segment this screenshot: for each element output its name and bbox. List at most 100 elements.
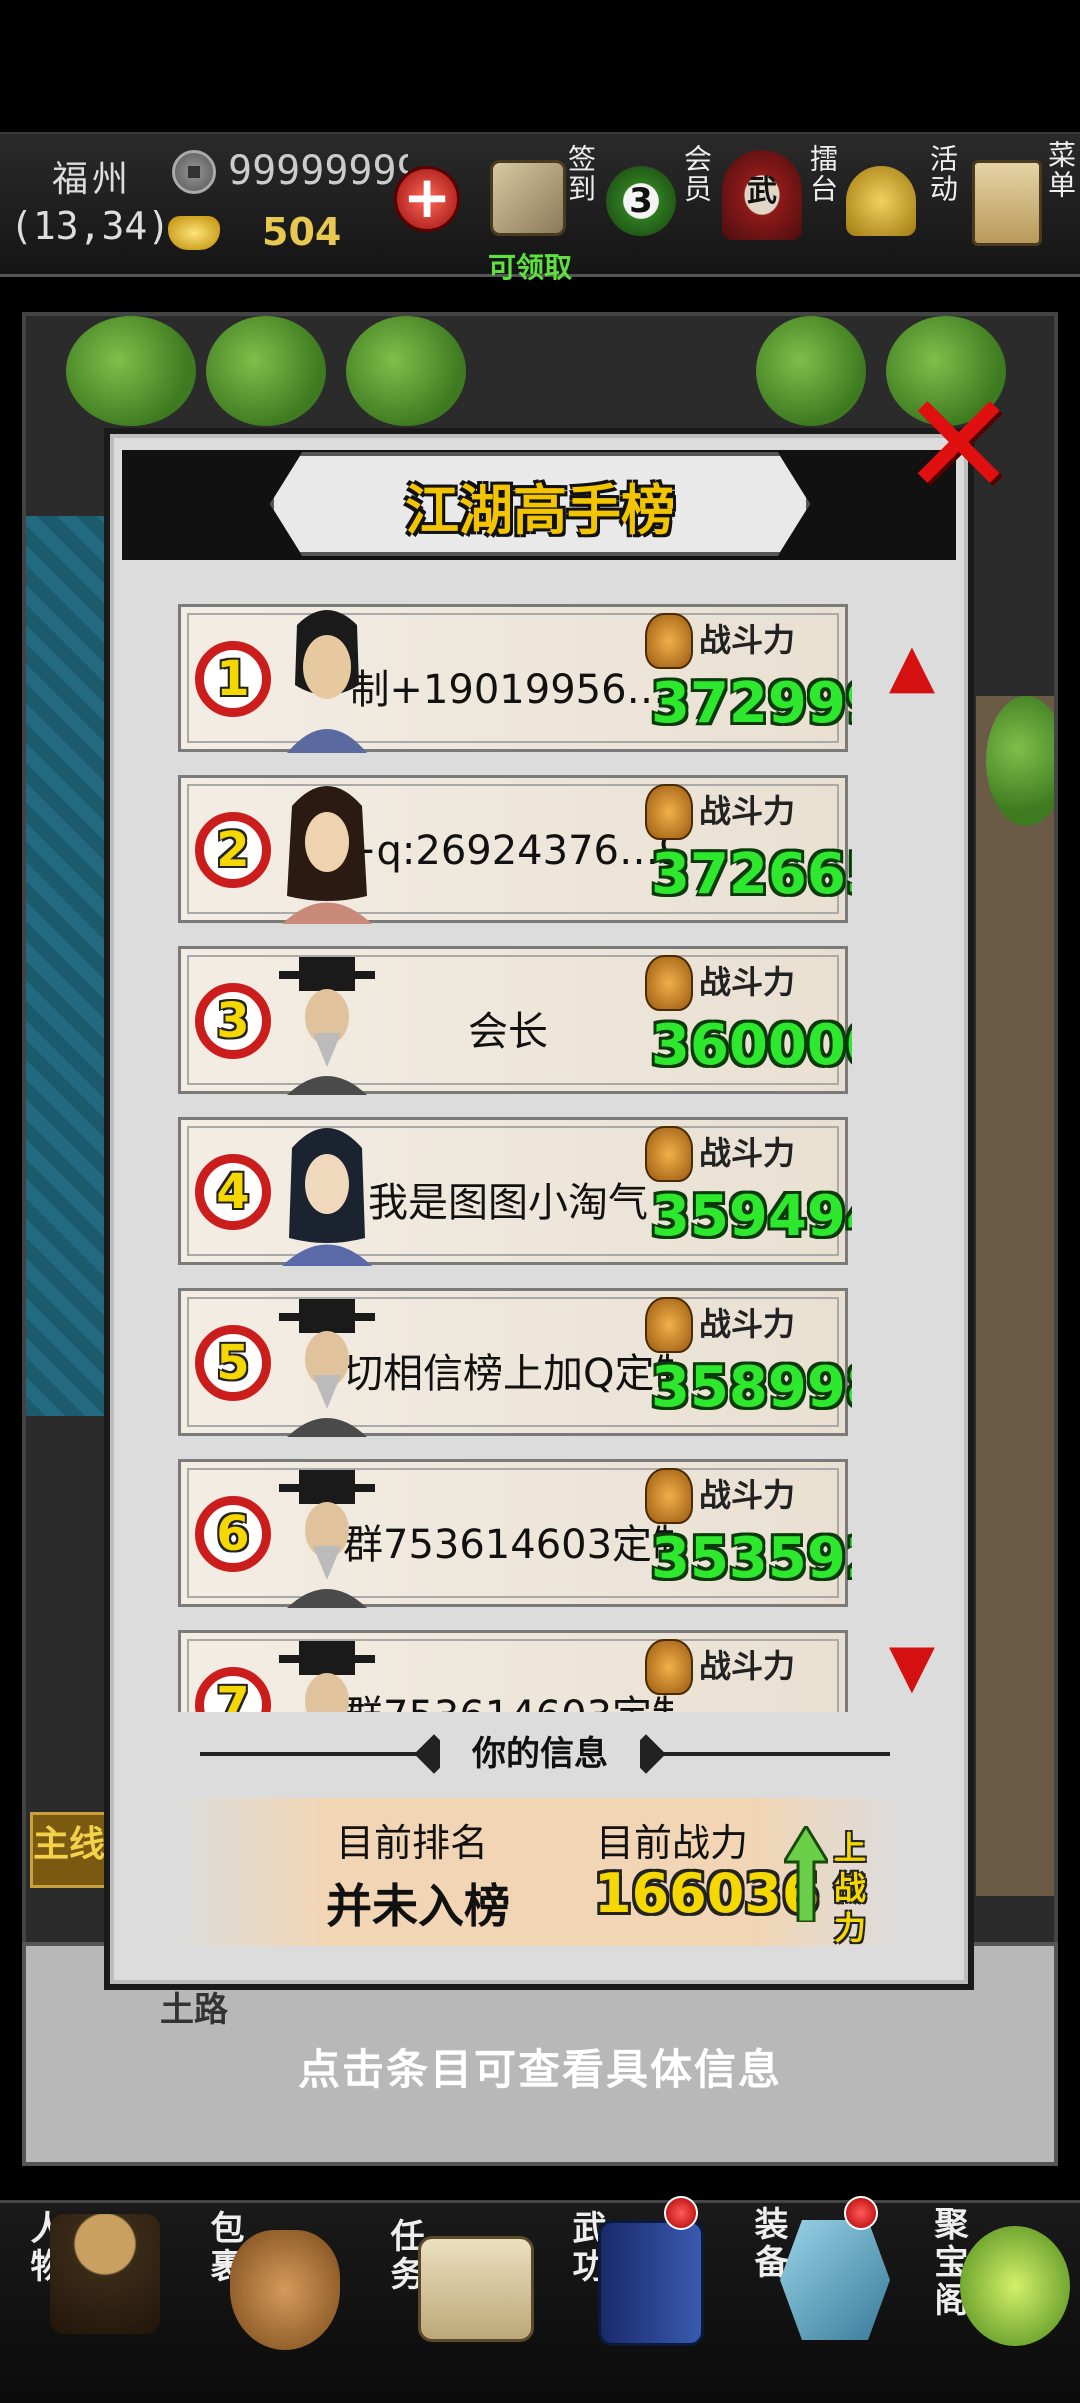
vip-level: 3 (629, 181, 653, 221)
rank-badge: 1 (195, 641, 271, 717)
power-label: 战斗力 (699, 963, 796, 1001)
leaderboard-row[interactable]: 3 会长 战斗力 360000 (178, 946, 852, 1095)
leaderboard-row[interactable]: 4 我是图图小淘气 战斗力 359494 (178, 1117, 852, 1266)
scroll-up-button[interactable]: ▲ (886, 636, 938, 696)
tree (346, 316, 466, 426)
player-name: +q:26924376…9 (343, 828, 673, 874)
leaderboard-row[interactable]: 7 群753614603定制 战斗力 (178, 1630, 848, 1712)
power-label: 战斗力 (699, 1134, 796, 1172)
player-name: 制+19019956… (349, 667, 667, 713)
nav-treasure-button[interactable] (960, 2226, 1070, 2346)
bottom-navigation (0, 2200, 1080, 2403)
menu-button[interactable] (972, 160, 1042, 246)
nav-bag-button[interactable] (230, 2230, 340, 2350)
power-value: 358998 (651, 1355, 852, 1420)
nav-quest-button[interactable] (418, 2236, 534, 2342)
rank-badge: 4 (195, 1154, 271, 1230)
close-icon: ✕ (900, 364, 1018, 527)
tree (756, 316, 866, 426)
arena-label: 擂台 (806, 144, 839, 204)
leaderboard-row[interactable]: 6 群753614603定制 战斗力 353592 (178, 1459, 852, 1608)
copper-amount: 999999999 (228, 148, 408, 194)
nav-character-button[interactable] (50, 2214, 160, 2334)
gold-ingot-icon (168, 216, 220, 250)
player-name: 我是图图小淘气 (368, 1180, 648, 1226)
equipment-notification-dot (844, 2196, 878, 2230)
leaderboard-row[interactable]: 5 切相信榜上加Q定制 战斗力 358998 (178, 1288, 852, 1437)
female-swordswoman-avatar (282, 786, 372, 924)
young-swordsman-avatar (287, 610, 367, 753)
current-rank-label: 目前排名 (336, 1821, 489, 1865)
power-value: 353592 (651, 1526, 852, 1591)
elder-official-avatar (279, 1299, 375, 1437)
city-name: 福州 (52, 159, 133, 200)
menu-label: 菜单 (1044, 140, 1077, 200)
up-arrow-icon (784, 1826, 828, 1922)
sign-in-button[interactable] (490, 160, 566, 236)
lion-emblem-icon (645, 955, 693, 1011)
power-label: 战斗力 (699, 1305, 796, 1343)
lion-emblem-icon (645, 1468, 693, 1524)
player-name: 会长 (468, 1009, 548, 1055)
martial-book-icon (598, 2220, 704, 2346)
leaderboard-row[interactable]: 2 +q:26924376…9 战斗力 372665 (178, 775, 852, 924)
elder-official-avatar (279, 957, 375, 1095)
menu-scroll-icon (972, 160, 1042, 246)
arena-drum-glyph: 武 (747, 174, 777, 209)
leaderboard-row[interactable]: 1 制+19019956… 战斗力 372999 (178, 604, 852, 753)
current-power-label: 目前战力 (596, 1821, 749, 1865)
treasure-shop-icon (960, 2226, 1070, 2346)
recharge-plus-button[interactable]: + (394, 166, 460, 232)
power-label: 战斗力 (699, 1647, 796, 1685)
claimable-label: 可领取 (488, 251, 573, 284)
quest-scroll-icon (418, 2236, 534, 2342)
leaderboard-title: 江湖高手榜 (405, 479, 675, 542)
lion-emblem-icon (645, 1639, 693, 1695)
rank-badge: 6 (195, 1496, 271, 1572)
close-button[interactable]: ✕ (900, 376, 1017, 516)
martial-notification-dot (664, 2196, 698, 2230)
event-label: 活动 (926, 144, 959, 204)
power-value: 372665 (651, 842, 852, 907)
upload-power-button[interactable]: 上传 战力 (780, 1820, 880, 1947)
elder-official-avatar (279, 1641, 375, 1712)
power-value: 372999 (651, 671, 852, 736)
event-button[interactable] (846, 166, 916, 236)
lion-emblem-icon (645, 613, 693, 669)
character-straw-hat-icon (50, 2214, 160, 2334)
blue-maiden-avatar (282, 1128, 372, 1266)
power-label: 战斗力 (699, 792, 796, 830)
scroll-down-button[interactable]: ▼ (886, 1636, 938, 1696)
chevron-up-icon: ▲ (888, 631, 936, 701)
vip-button[interactable]: 3 (606, 166, 676, 236)
elder-official-avatar (279, 1470, 375, 1608)
arena-button[interactable]: 武 (722, 150, 802, 240)
rank-badge: 2 (195, 812, 271, 888)
event-hat-icon (846, 166, 916, 236)
scroll-sign-in-icon (490, 160, 566, 236)
lion-emblem-icon (645, 1297, 693, 1353)
rank-badge: 7 (195, 1667, 271, 1712)
rank-badge: 5 (195, 1325, 271, 1401)
player-name: 群753614603定制 (343, 1683, 673, 1712)
power-label: 战斗力 (699, 1476, 796, 1514)
nav-equipment-button[interactable] (780, 2220, 890, 2340)
copper-coin-icon (172, 150, 216, 194)
your-info-header: 你的信息 (440, 1726, 640, 1778)
vip-label: 会员 (680, 144, 713, 204)
map-coordinates: (13,34) (10, 204, 171, 248)
equipment-sword-icon (780, 2220, 890, 2340)
leaderboard-list[interactable]: 1 制+19019956… 战斗力 372999 2 +q:26924376…9… (178, 594, 852, 1712)
tree (66, 316, 196, 426)
upload-label-line2: 战力 (834, 1869, 867, 1947)
power-value: 359494 (651, 1184, 852, 1249)
tree (206, 316, 326, 426)
lion-emblem-icon (645, 1126, 693, 1182)
nav-martial-button[interactable] (598, 2220, 704, 2346)
sign-in-label: 签到 (564, 144, 597, 204)
arena-drum-icon: 武 (722, 150, 802, 240)
dirt-road (976, 696, 1054, 1896)
tree (986, 696, 1054, 826)
gold-amount: 504 (262, 210, 342, 254)
power-label: 战斗力 (699, 621, 796, 659)
